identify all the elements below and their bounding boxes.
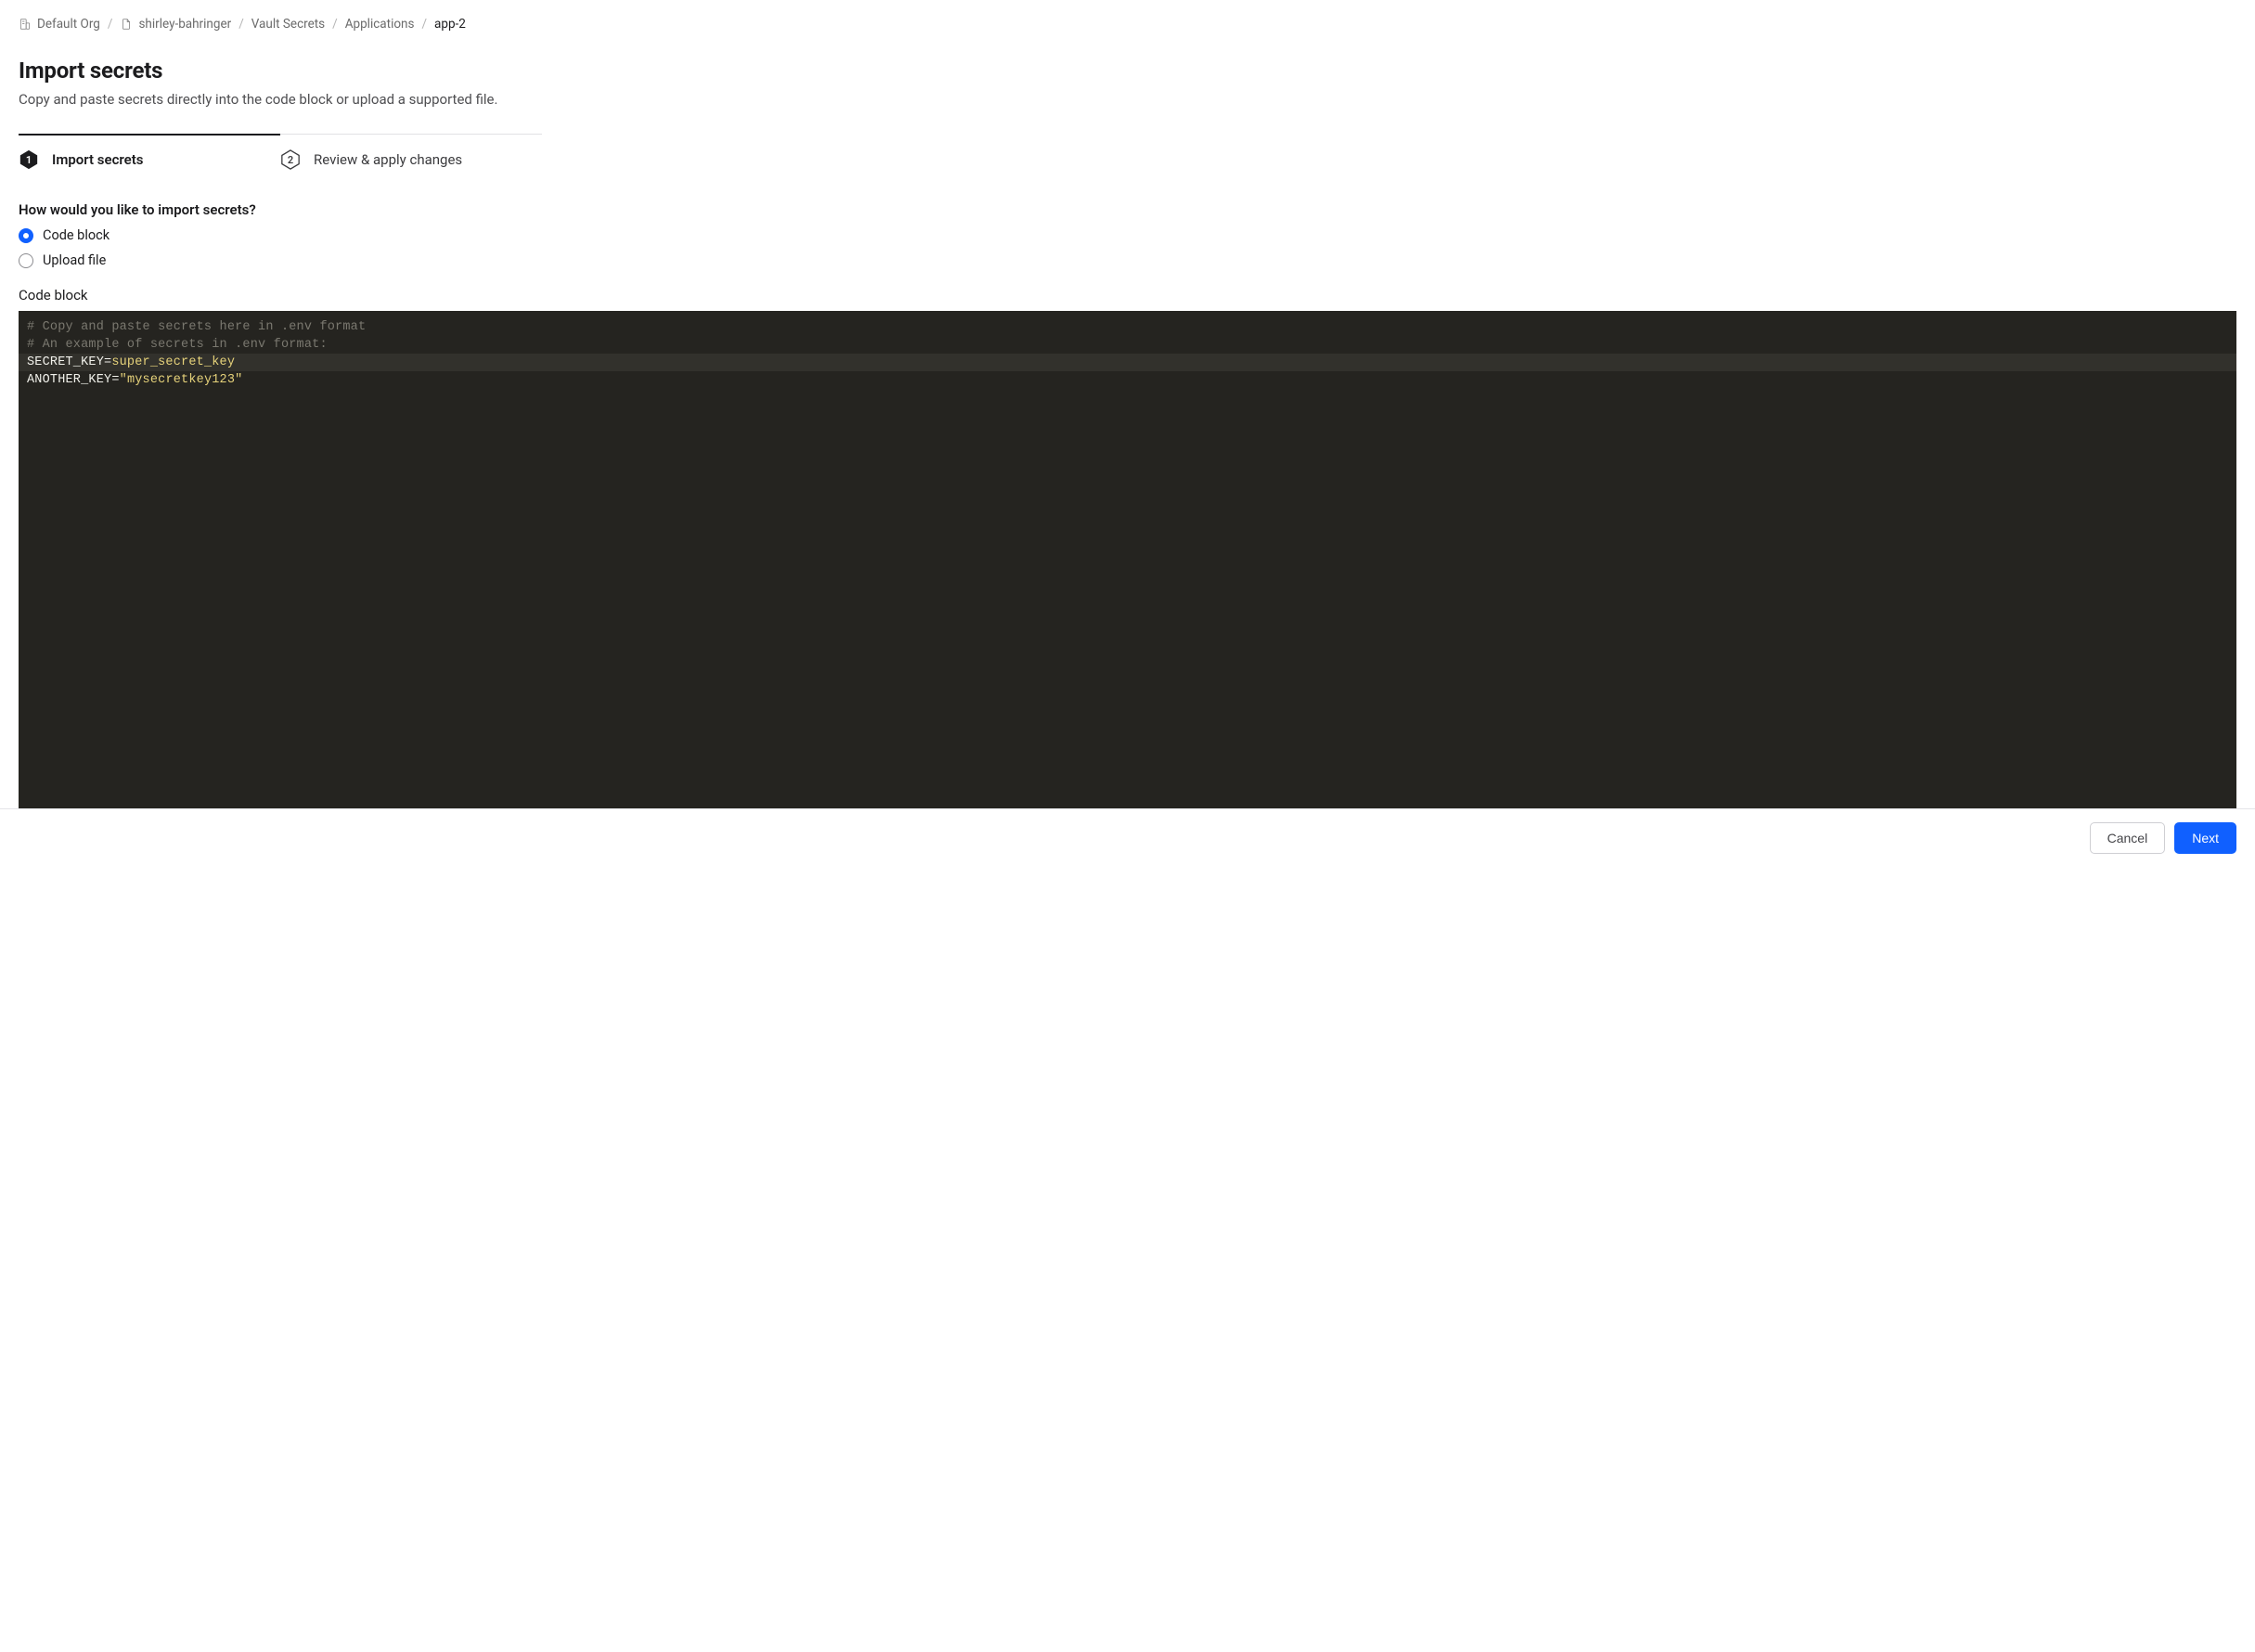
step-import-secrets[interactable]: 1 Import secrets bbox=[19, 134, 280, 170]
code-line: SECRET_KEY=super_secret_key bbox=[19, 354, 2236, 371]
radio-label: Code block bbox=[43, 227, 110, 243]
breadcrumb-service[interactable]: Vault Secrets bbox=[251, 17, 325, 32]
code-line: # An example of secrets in .env format: bbox=[19, 336, 2236, 354]
step-review-apply[interactable]: 2 Review & apply changes bbox=[280, 134, 542, 170]
radio-icon bbox=[19, 228, 33, 243]
radio-code-block[interactable]: Code block bbox=[19, 227, 2236, 243]
breadcrumb-org[interactable]: Default Org bbox=[37, 17, 100, 32]
code-line: ANOTHER_KEY="mysecretkey123" bbox=[19, 371, 2236, 389]
breadcrumb: Default Org / shirley-bahringer / Vault … bbox=[19, 17, 2236, 32]
breadcrumb-project[interactable]: shirley-bahringer bbox=[138, 17, 231, 32]
radio-label: Upload file bbox=[43, 252, 106, 268]
org-icon bbox=[19, 18, 32, 31]
import-method-radio-group: Code block Upload file bbox=[19, 227, 2236, 268]
file-icon bbox=[120, 18, 133, 31]
page-subtitle: Copy and paste secrets directly into the… bbox=[19, 91, 2236, 108]
code-editor[interactable]: # Copy and paste secrets here in .env fo… bbox=[19, 311, 2236, 808]
step-1-label: Import secrets bbox=[52, 151, 144, 168]
stepper: 1 Import secrets 2 Review & apply change… bbox=[19, 134, 542, 170]
radio-icon bbox=[19, 253, 33, 268]
code-block-label: Code block bbox=[19, 287, 2236, 303]
breadcrumb-separator: / bbox=[238, 17, 244, 32]
breadcrumb-separator: / bbox=[421, 17, 427, 32]
cancel-button[interactable]: Cancel bbox=[2090, 822, 2166, 854]
radio-upload-file[interactable]: Upload file bbox=[19, 252, 2236, 268]
step-2-badge: 2 bbox=[280, 149, 301, 170]
step-1-badge: 1 bbox=[19, 149, 39, 170]
breadcrumb-separator: / bbox=[332, 17, 338, 32]
import-method-question: How would you like to import secrets? bbox=[19, 201, 2236, 218]
breadcrumb-current: app-2 bbox=[434, 17, 466, 32]
next-button[interactable]: Next bbox=[2174, 822, 2236, 854]
step-2-label: Review & apply changes bbox=[314, 151, 462, 168]
page-title: Import secrets bbox=[19, 58, 2236, 84]
breadcrumb-separator: / bbox=[108, 17, 113, 32]
code-line: # Copy and paste secrets here in .env fo… bbox=[19, 318, 2236, 336]
breadcrumb-section[interactable]: Applications bbox=[345, 17, 415, 32]
footer-actions: Cancel Next bbox=[0, 808, 2255, 867]
